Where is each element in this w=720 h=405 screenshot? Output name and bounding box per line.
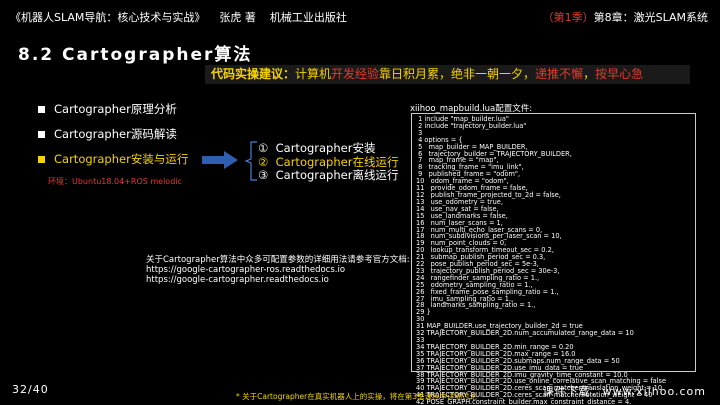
bullet-label: Cartographer源码解读 [54,127,177,141]
section-title: 8.2 Cartographer算法 [18,45,253,65]
subitem-number: ① [258,141,269,155]
arrow-right-icon [202,151,238,169]
header-right: （第1季）第8章：激光SLAM系统 [543,9,708,25]
download-link[interactable]: 课件下载：www.xiihoo.com [543,383,706,399]
bullet-square-icon [38,105,45,113]
footnote: * 关于Cartographer在真实机器人上的实操，将在第3季课程中详细讨论 [236,392,478,401]
book-title: 《机器人SLAM导航：核心技术与实战》 [10,11,206,24]
code-line: 2 include "trajectory_builder.lua" [416,121,527,130]
bullet-principle: Cartographer原理分析 [38,101,177,117]
tip-label: 代码实操建议： [211,67,296,81]
author: 张虎 著 [219,11,256,24]
subitem-offline: ③ Cartographer离线运行 [258,167,398,183]
subitem-label: Cartographer安装 [275,141,376,155]
code-line: 28 landmarks_sampling_ratio = 1., [416,301,536,310]
tip-part1: 计算机 [295,67,332,81]
subitem-label: Cartographer离线运行 [275,168,399,182]
header-left: 《机器人SLAM导航：核心技术与实战》 张虎 著 机械工业出版社 [10,9,347,25]
tip-part4: 递推不懈 [535,67,584,81]
bullet-square-icon [38,130,45,138]
doc-text: 关于Cartographer算法中众多可配置参数的详细用法请参考官方文档: [146,255,410,265]
subitem-number: ③ [258,168,269,182]
code-line: 29 } [416,308,431,317]
code-block: 1 include "map_builder.lua" 2 include "t… [411,113,696,405]
bullet-square-icon [38,155,45,163]
doc-link[interactable]: https://google-cartographer-ros.readthed… [146,265,410,275]
tip-bar: 代码实操建议：计算机开发经验靠日积月累，绝非一朝一夕，递推不懈，按早心急 [205,65,690,84]
tip-part2: 开发经验 [331,67,380,81]
doc-link[interactable]: https://google-cartographer.readthedocs.… [146,275,410,285]
bullet-source: Cartographer源码解读 [38,126,177,142]
chapter-label: 第8章：激光SLAM系统 [593,11,708,24]
page-number: 32/40 [12,383,49,396]
season-label: （第1季） [542,11,594,24]
bullet-label: Cartographer原理分析 [54,102,177,116]
env-note: 环境：Ubuntu18.04+ROS melodic [48,177,182,186]
doc-reference: 关于Cartographer算法中众多可配置参数的详细用法请参考官方文档: ht… [146,255,410,285]
bullet-install-run: Cartographer安装与运行 [38,151,188,167]
bullet-label: Cartographer安装与运行 [54,152,189,166]
tip-part3: 靠日积月累，绝非一朝一夕， [379,67,536,81]
publisher: 机械工业出版社 [269,11,347,24]
tip-part6: 按早心急 [595,67,644,81]
code-line: 32 TRAJECTORY_BUILDER_2D.num_accumulated… [416,329,634,338]
tip-part5: ， [583,67,596,81]
